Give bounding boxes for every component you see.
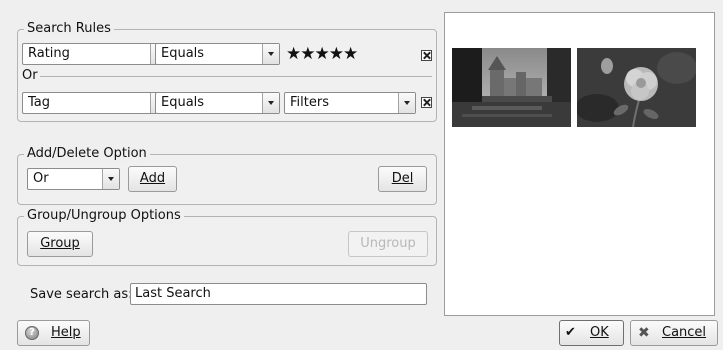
rule2-value-combo[interactable]: Filters	[284, 92, 416, 114]
add-operator-value: Or	[33, 171, 49, 186]
group-ungroup-group: Group/Ungroup Options Group Ungroup	[17, 208, 437, 266]
ok-button[interactable]: ✔ OK	[559, 320, 624, 346]
or-divider	[40, 76, 432, 77]
ungroup-button-label: Ungroup	[360, 236, 416, 251]
preview-panel	[444, 12, 715, 316]
add-delete-title: Add/Delete Option	[24, 146, 150, 162]
add-delete-group: Add/Delete Option Or Add Del	[17, 146, 437, 205]
chevron-down-icon[interactable]	[398, 93, 415, 113]
rule1-operator-combo[interactable]: Equals	[155, 43, 280, 65]
rule2-value-value: Filters	[290, 95, 329, 110]
help-icon: ?	[25, 326, 39, 340]
add-operator-combo[interactable]: Or	[27, 168, 120, 190]
group-button-label: Group	[40, 236, 80, 251]
castle-image	[452, 48, 571, 127]
save-search-label-text: Save search as:	[30, 287, 133, 302]
thumbnail-rose[interactable]	[577, 48, 696, 127]
help-button-label: Help	[51, 325, 81, 340]
or-separator-label: Or	[22, 68, 38, 83]
add-button[interactable]: Add	[128, 166, 177, 192]
cancel-icon: ✖	[638, 325, 650, 341]
save-search-label: Save search as:	[30, 287, 132, 303]
rule2-field-combo[interactable]: Tag	[22, 92, 168, 114]
group-ungroup-title: Group/Ungroup Options	[24, 208, 184, 224]
rating-stars[interactable]: ★★★★★	[286, 44, 358, 64]
rule2-operator-value: Equals	[161, 95, 205, 110]
rule1-field-combo[interactable]: Rating	[22, 43, 168, 65]
rule1-field-value: Rating	[28, 46, 70, 61]
rose-image	[577, 48, 696, 127]
chevron-down-icon[interactable]	[262, 93, 279, 113]
ok-button-label: OK	[590, 325, 609, 340]
help-button[interactable]: ? Help	[17, 320, 90, 346]
del-button-label: Del	[391, 171, 414, 186]
rule1-operator-value: Equals	[161, 46, 205, 61]
group-button[interactable]: Group	[27, 231, 93, 257]
del-button[interactable]: Del	[378, 166, 427, 192]
search-rules-group: Search Rules Rating Equals ★★★★★ Or Tag …	[17, 21, 437, 122]
chevron-down-icon[interactable]	[262, 44, 279, 64]
search-rules-title: Search Rules	[24, 21, 114, 37]
rule2-field-value: Tag	[28, 95, 51, 110]
add-button-label: Add	[139, 171, 166, 186]
ungroup-button[interactable]: Ungroup	[348, 231, 428, 257]
cancel-button[interactable]: ✖ Cancel	[630, 320, 718, 346]
cancel-button-label: Cancel	[662, 325, 707, 340]
save-search-input[interactable]: Last Search	[130, 283, 427, 305]
checkmark-icon: ✔	[565, 325, 576, 340]
chevron-down-icon[interactable]	[102, 169, 119, 189]
thumbnail-castle[interactable]	[452, 48, 571, 127]
remove-rule2-close-icon[interactable]	[421, 97, 432, 108]
remove-rule1-close-icon[interactable]	[421, 50, 432, 61]
rule2-operator-combo[interactable]: Equals	[155, 92, 280, 114]
save-search-value: Last Search	[135, 286, 211, 301]
